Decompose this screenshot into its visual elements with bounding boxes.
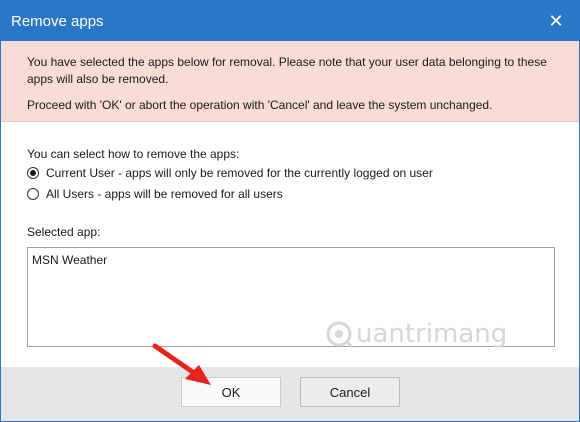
red-arrow-icon (152, 343, 211, 385)
warning-text-proceed: Proceed with 'OK' or abort the operation… (27, 98, 493, 112)
remove-method-label: You can select how to remove the apps: (27, 147, 240, 161)
dialog-title: Remove apps (11, 13, 104, 30)
remove-apps-dialog: Remove apps ✕ You have selected the apps… (0, 0, 580, 422)
watermark-text: uantrimang (356, 319, 508, 349)
radio-current-user[interactable]: Current User - apps will only be removed… (27, 166, 433, 180)
radio-all-users-label: All Users - apps will be removed for all… (46, 187, 283, 201)
close-icon: ✕ (548, 10, 564, 31)
button-bar: OK Cancel (1, 367, 579, 421)
list-item[interactable]: MSN Weather (32, 253, 107, 267)
radio-all-users-indicator[interactable] (27, 188, 39, 200)
watermark: uantrimang (324, 319, 507, 349)
warning-panel: You have selected the apps below for rem… (1, 41, 579, 122)
warning-text-removal: You have selected the apps below for rem… (27, 55, 547, 86)
close-button[interactable]: ✕ (533, 1, 579, 41)
radio-current-user-label: Current User - apps will only be removed… (46, 166, 433, 180)
quantrimang-logo-icon (326, 321, 354, 349)
title-bar[interactable]: Remove apps ✕ (1, 1, 579, 41)
radio-current-user-indicator[interactable] (27, 167, 39, 179)
cancel-button[interactable]: Cancel (300, 377, 400, 407)
radio-all-users[interactable]: All Users - apps will be removed for all… (27, 187, 283, 201)
selected-app-label: Selected app: (27, 225, 101, 239)
